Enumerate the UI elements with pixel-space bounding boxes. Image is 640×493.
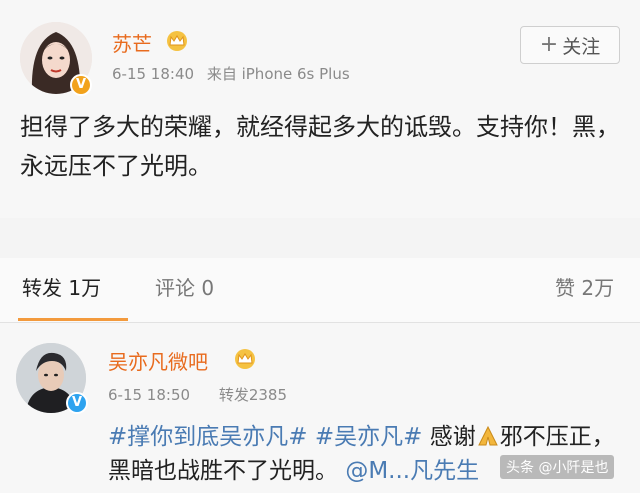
active-tab-indicator [18,318,128,321]
verified-badge-icon: V [70,74,92,96]
plus-icon: + [539,31,559,57]
post-source: 来自 iPhone 6s Plus [206,65,350,83]
comment-text-part1: 感谢 [422,424,476,450]
post-time: 6-15 18:40 [112,65,195,83]
tab-comment[interactable]: 评论 0 [155,272,214,301]
comment-meta: 6-15 18:50 转发2385 [108,384,287,405]
vip-crown-icon [235,349,255,369]
tab-repost[interactable]: 转发 1万 [22,272,101,301]
tab-like[interactable]: 赞 2万 [555,272,614,301]
interaction-tabs: 转发 1万 评论 0 赞 2万 [0,258,640,322]
hashtag-link[interactable]: #撑你到底吴亦凡# [108,424,308,450]
hashtag-link[interactable]: #吴亦凡# [315,424,423,450]
post-author-name[interactable]: 苏芒 [112,28,152,57]
vip-crown-icon [167,31,187,51]
verified-badge-icon: V [66,392,88,414]
follow-button[interactable]: + 关注 [520,26,620,64]
post-meta: 6-15 18:40 来自 iPhone 6s Plus [112,63,350,84]
watermark: 头条 @小阡是也 [500,455,615,479]
comment-repost-count: 转发2385 [218,386,288,404]
follow-label: 关注 [562,35,601,58]
pray-emoji-icon [477,425,498,446]
post-body: 担得了多大的荣耀，就经得起多大的诋毁。支持你！黑，永远压不了光明。 [20,113,620,180]
post-card: V 苏芒 6-15 18:40 来自 iPhone 6s Plus + 关注 担… [0,0,640,218]
mention-link[interactable]: @M...凡先生 [345,458,479,484]
commenter-name[interactable]: 吴亦凡微吧 [108,346,208,375]
comment-time: 6-15 18:50 [108,386,191,404]
